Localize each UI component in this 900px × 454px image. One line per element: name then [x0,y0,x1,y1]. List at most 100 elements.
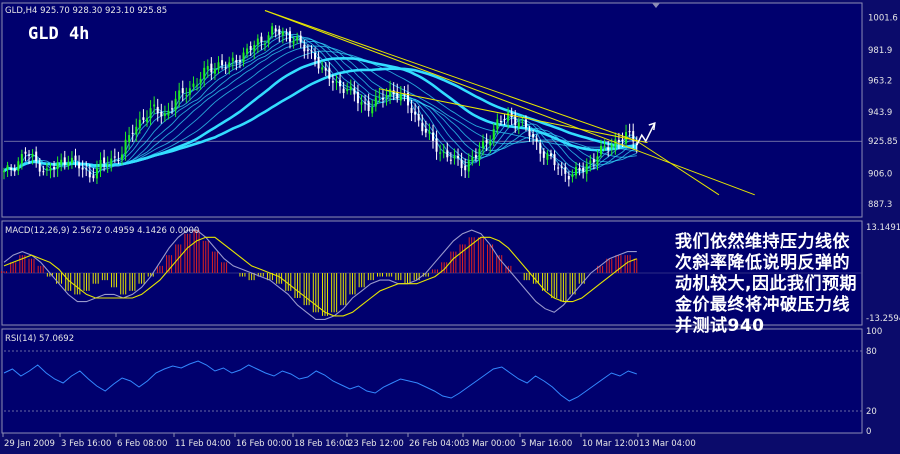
candle-body [528,129,531,137]
x-tick-label: 3 Mar 00:00 [464,439,515,449]
candle-body [342,88,345,93]
candle-body [339,80,342,87]
candle-body [549,153,552,156]
candle-body [524,119,527,128]
x-tick-label: 13 Mar 04:00 [639,439,696,449]
candle-body [553,154,556,166]
chart-big-title: GLD 4h [28,24,90,44]
candle-body [192,83,195,87]
candle-body [564,167,567,174]
candle-body [153,104,156,107]
candle-body [146,118,148,122]
candle-body [567,175,570,180]
x-tick-label: 16 Feb 00:00 [236,439,292,449]
candle-body [428,131,431,134]
candle-body [81,167,84,170]
candle-body [410,107,413,113]
candle-body [38,163,41,172]
candle-body [67,162,70,166]
candle-body [167,110,170,116]
candle-body [135,126,138,135]
price-header: GLD,H4 925.70 928.30 923.10 925.85 [5,6,167,16]
candle-body [206,66,209,70]
candle-body [210,63,213,73]
price-tick-label: 981.9 [868,46,892,56]
candle-body [439,152,442,154]
candle-body [353,88,356,95]
rsi-tick-label: 0 [866,427,871,437]
candle-body [446,150,449,158]
candle-body [560,166,563,168]
price-tick-label: 1001.6 [868,14,898,24]
candle-body [399,94,402,101]
x-tick-label: 3 Feb 16:00 [61,439,111,449]
candle-body [56,162,59,169]
annotation-line: 金价最终将冲破压力线 [675,295,850,315]
candle-body [617,139,620,142]
price-panel [1,2,863,218]
annotation-text: 我们依然维持压力线依 次斜率降低说明反弹的 动机较大,因此我们预期 金价最终将冲… [675,232,890,337]
candle-body [367,101,370,111]
candle-body [589,160,592,164]
candle-body [28,154,31,156]
candle-body [120,154,123,160]
candle-body [149,108,152,119]
candle-body [60,159,63,165]
candle-body [131,132,134,134]
candle-body [78,162,81,169]
candle-body [474,155,477,158]
rsi-header: RSI(14) 57.0692 [5,334,74,344]
candle-body [213,69,216,74]
candle-body [281,31,284,36]
candle-body [35,151,38,162]
candle-body [188,88,191,95]
candle-body [42,171,45,173]
candle-body [31,153,34,157]
candle-body [485,139,488,143]
candle-body [539,143,542,154]
candle-body [414,111,417,115]
x-tick-label: 6 Feb 08:00 [117,439,167,449]
candle-body [356,91,359,104]
candle-body [557,167,560,169]
candle-body [70,157,73,164]
x-tick-label: 10 Mar 12:00 [582,439,639,449]
candle-body [592,159,595,163]
candle-body [621,139,624,142]
candle-body [299,35,302,43]
candle-body [74,155,77,161]
candle-body [303,44,306,52]
annotation-line: 并测试940 [675,316,765,336]
macd-header: MACD(12,26,9) 2.5672 0.4959 4.1426 0.000… [5,226,199,236]
candle-body [110,158,113,165]
candle-body [13,168,16,172]
candle-body [535,138,538,142]
x-tick-label: 11 Feb 04:00 [175,439,231,449]
price-tick-label: 887.3 [868,200,892,210]
candle-body [482,140,485,149]
candle-body [346,89,349,92]
candle-body [596,156,599,165]
candle-body [113,156,116,158]
candle-body [499,120,502,122]
candle-body [20,154,23,164]
candle-body [249,46,252,50]
candle-body [317,57,320,69]
candle-body [24,151,27,154]
candle-body [174,98,177,111]
candle-body [532,134,535,138]
candle-body [10,167,13,170]
candle-body [432,132,434,141]
candle-body [185,95,188,97]
candle-body [292,40,295,44]
annotation-line: 次斜率降低说明反弹的 [675,253,850,273]
candle-body [389,88,392,97]
candle-body [156,106,159,114]
candle-body [306,49,309,51]
candle-body [267,35,270,43]
candle-body [17,161,20,171]
candle-body [45,168,48,170]
candle-body [600,145,603,155]
annotation-line: 动机较大,因此我们预期 [675,274,857,294]
candle-body [242,52,245,63]
